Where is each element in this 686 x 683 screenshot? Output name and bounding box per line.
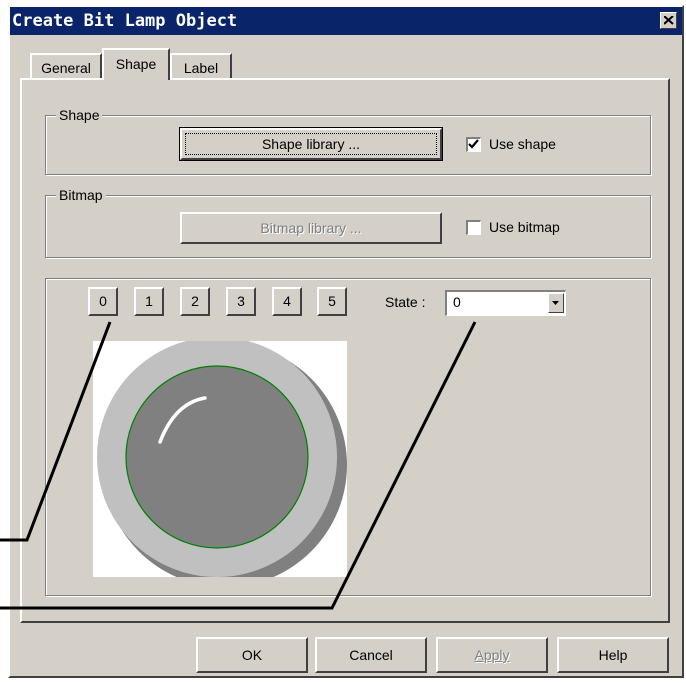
tab-general[interactable]: General (30, 53, 102, 79)
apply-label: Apply (474, 647, 510, 663)
dropdown-arrow-button[interactable] (548, 293, 564, 313)
state-dropdown[interactable]: 0 (445, 290, 566, 316)
chevron-down-icon (552, 301, 559, 305)
state-button-2[interactable]: 2 (180, 287, 210, 316)
state-button-label: 0 (99, 293, 107, 309)
ok-button[interactable]: OK (196, 637, 308, 673)
use-shape-label: Use shape (489, 136, 556, 152)
state-button-label: 3 (237, 293, 245, 309)
tab-label-label: Label (183, 60, 219, 76)
cancel-label: Cancel (349, 647, 393, 663)
state-button-label: 5 (328, 293, 336, 309)
use-bitmap-label: Use bitmap (489, 219, 560, 235)
checkmark-icon (468, 139, 479, 149)
bitmap-library-button[interactable]: Bitmap library ... (180, 212, 442, 244)
state-button-3[interactable]: 3 (226, 287, 256, 316)
state-button-0[interactable]: 0 (88, 287, 118, 316)
state-label: State : (385, 294, 426, 310)
close-icon (664, 16, 674, 25)
shape-group-label: Shape (56, 106, 103, 124)
shape-library-button[interactable]: Shape library ... (179, 127, 443, 161)
state-dropdown-value: 0 (453, 294, 461, 310)
use-shape-checkbox[interactable] (466, 137, 481, 152)
tab-shape-label: Shape (115, 56, 157, 72)
cancel-button[interactable]: Cancel (315, 637, 427, 673)
state-button-4[interactable]: 4 (272, 287, 302, 316)
bitmap-group-label: Bitmap (56, 186, 106, 204)
lamp-shape-image (97, 337, 347, 587)
focus-rect (185, 133, 437, 155)
title-bar: Create Bit Lamp Object (10, 7, 682, 35)
ok-label: OK (241, 647, 263, 663)
lamp-preview (93, 337, 347, 587)
help-button[interactable]: Help (557, 637, 669, 673)
use-bitmap-checkbox[interactable] (466, 220, 481, 235)
tab-shape[interactable]: Shape (102, 48, 170, 80)
help-label: Help (598, 647, 628, 663)
state-button-1[interactable]: 1 (134, 287, 164, 316)
bitmap-library-label: Bitmap library ... (260, 220, 362, 236)
window-title: Create Bit Lamp Object (12, 11, 238, 31)
close-button[interactable] (660, 12, 677, 29)
apply-button[interactable]: Apply (436, 637, 548, 673)
state-button-label: 1 (145, 293, 153, 309)
tab-general-label: General (41, 60, 91, 76)
tab-label[interactable]: Label (170, 53, 232, 79)
state-button-label: 4 (283, 293, 291, 309)
state-button-5[interactable]: 5 (317, 287, 347, 316)
state-button-label: 2 (191, 293, 199, 309)
